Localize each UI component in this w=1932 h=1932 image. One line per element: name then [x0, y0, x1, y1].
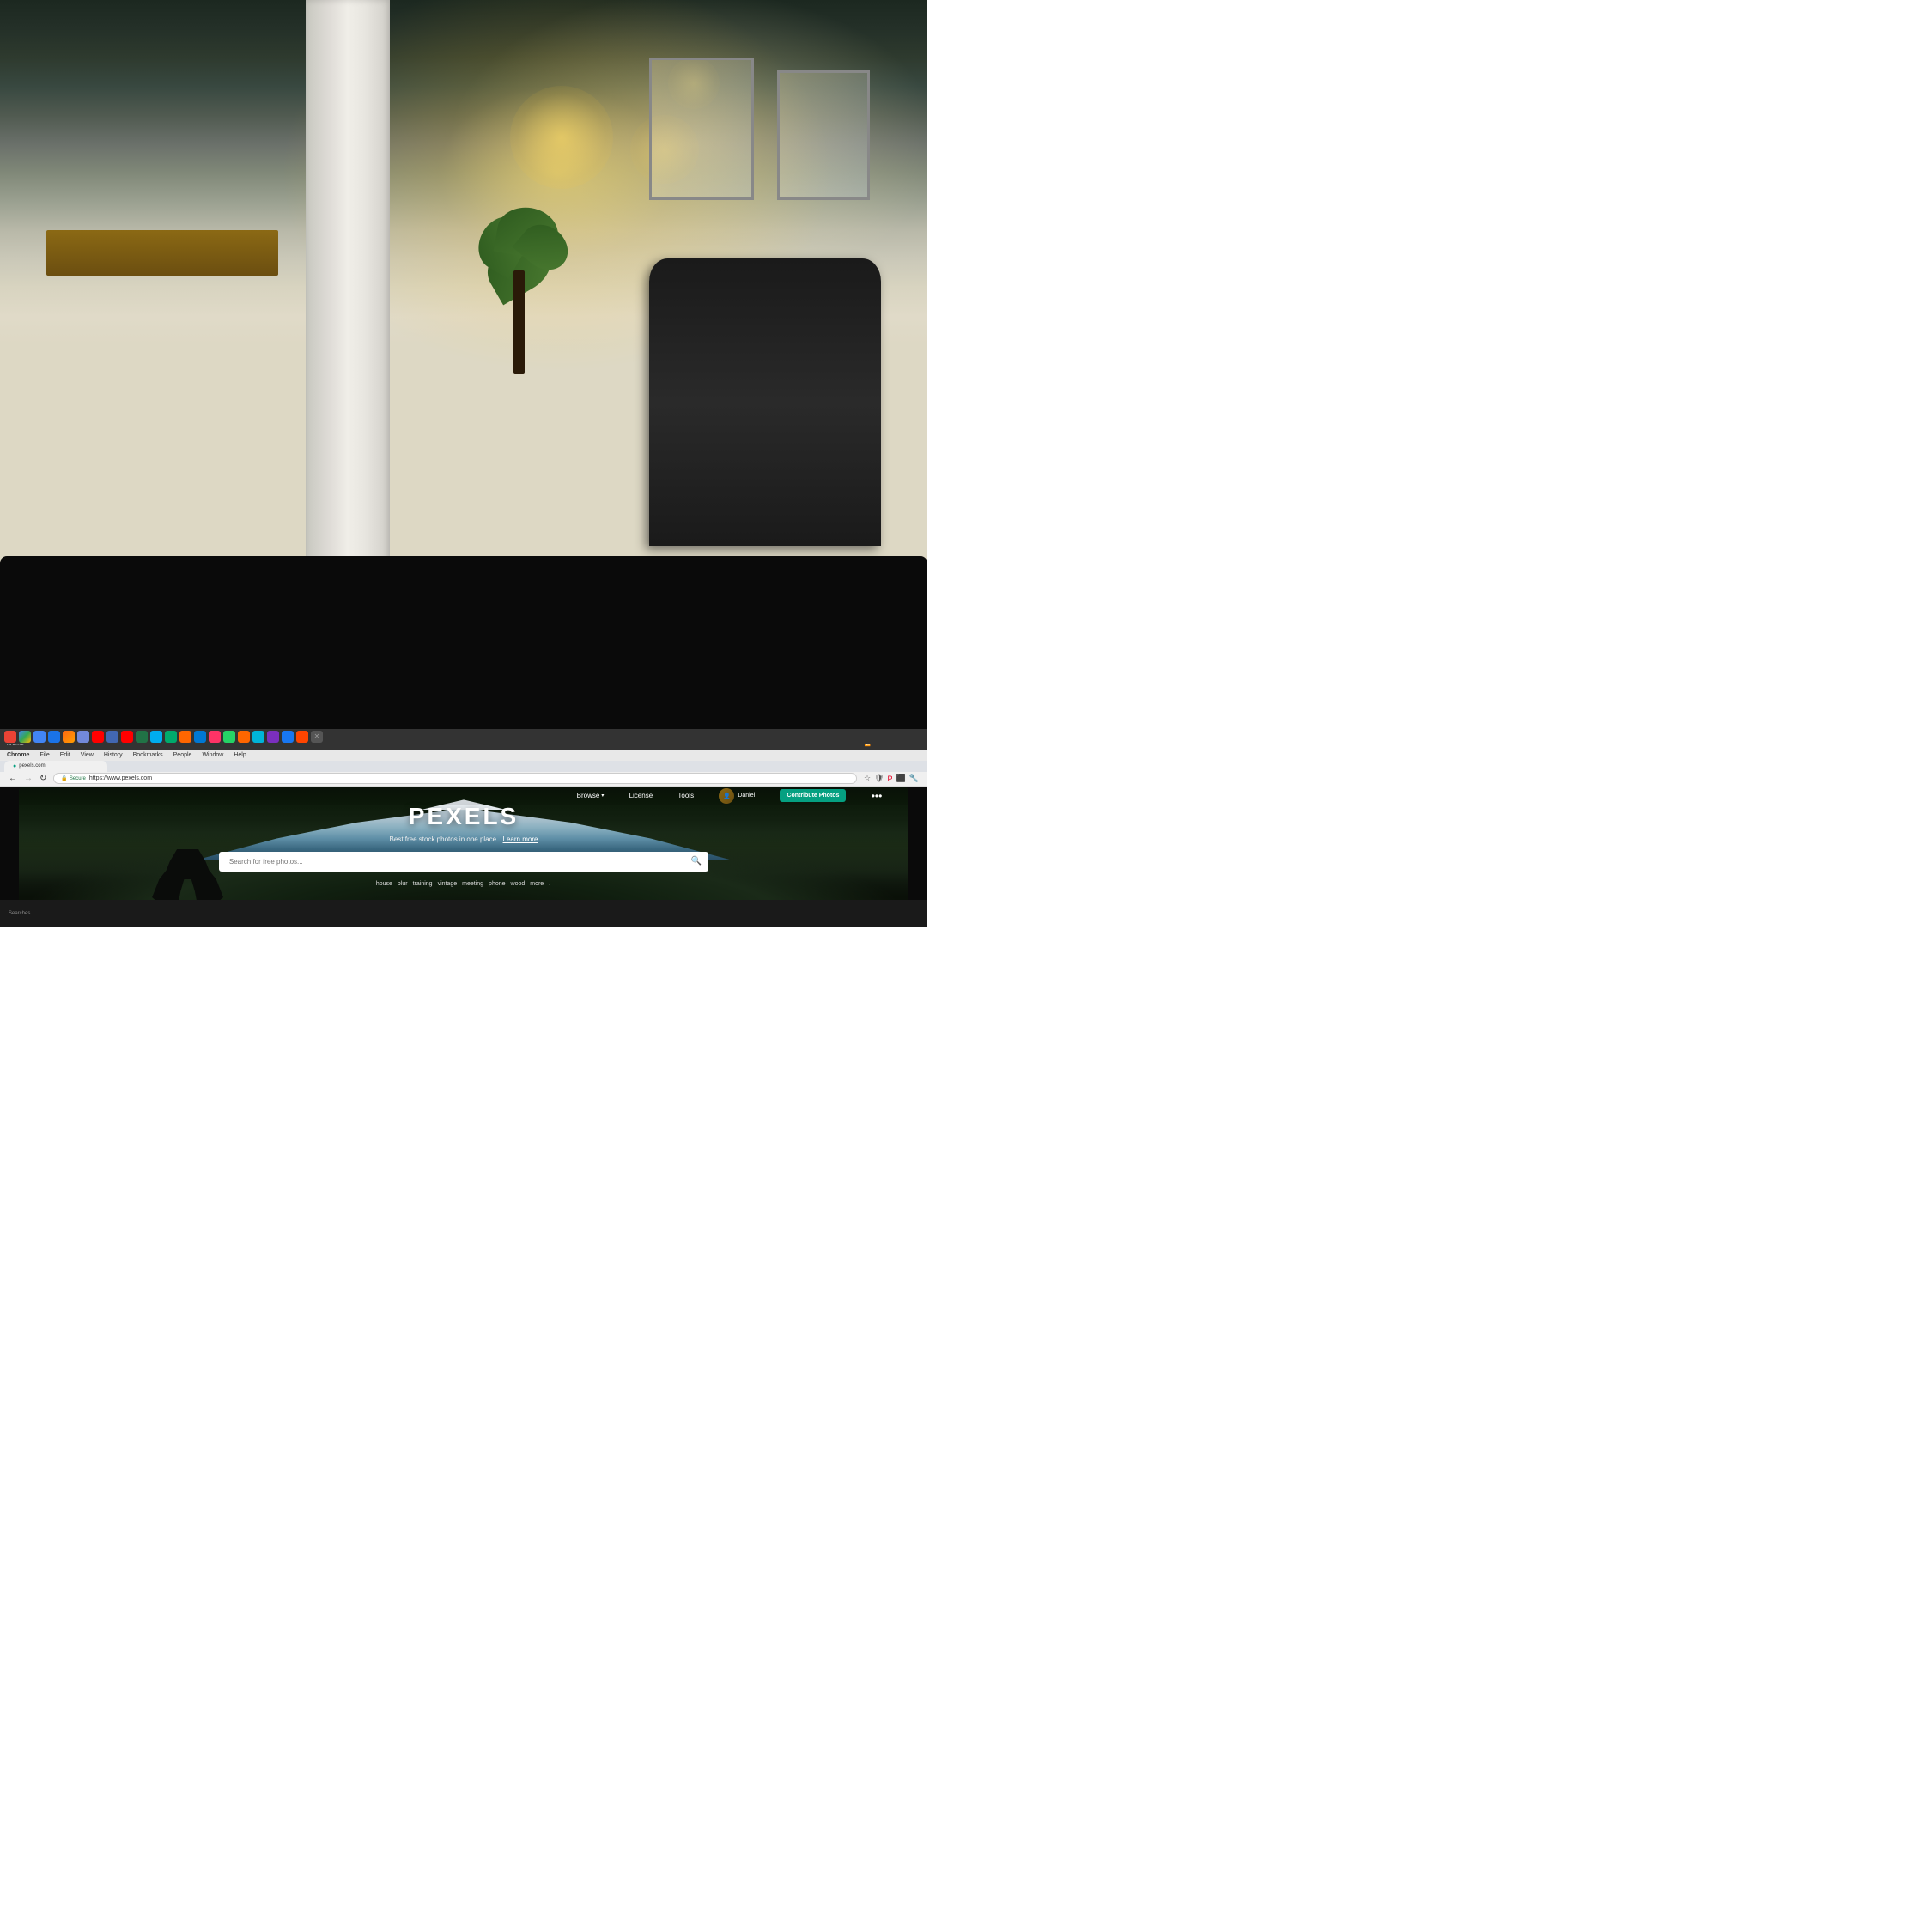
menu-bookmarks[interactable]: Bookmarks	[133, 752, 163, 758]
app11-icon[interactable]	[238, 731, 250, 743]
taskbar: Searches	[0, 900, 927, 927]
toolbar-icons: ☆ 🛡 P ⬛ 🔧	[864, 774, 919, 783]
plant-stem	[513, 270, 525, 374]
menu-people[interactable]: People	[173, 752, 192, 758]
app7-icon[interactable]	[179, 731, 191, 743]
menu-file[interactable]: File	[39, 752, 49, 758]
avatar-icon: 👤	[723, 793, 731, 799]
menu-history[interactable]: History	[104, 752, 123, 758]
tab-title: pexels.com	[19, 763, 45, 769]
pexels-hero-content: PEXELS Best free stock photos in one pla…	[19, 803, 909, 887]
calendar-icon[interactable]	[33, 731, 46, 743]
tag-vintage[interactable]: vintage	[438, 881, 458, 887]
tag-meeting[interactable]: meeting	[462, 881, 483, 887]
contribute-photos-button[interactable]: Contribute Photos	[780, 789, 846, 802]
app10-icon[interactable]	[223, 731, 235, 743]
nav-username: Daniel	[738, 793, 755, 799]
search-button[interactable]: 🔍	[691, 857, 702, 866]
nav-license[interactable]: License	[629, 792, 653, 799]
app14-icon[interactable]	[282, 731, 294, 743]
menu-help[interactable]: Help	[234, 752, 246, 758]
app-icons-row: ✕	[0, 729, 927, 744]
forward-button[interactable]: →	[24, 774, 33, 783]
desk	[46, 230, 278, 276]
app13-icon[interactable]	[267, 731, 279, 743]
laptop-bezel: hrome 📶 100 % Wed 16:15 ✕ Chrome F	[0, 556, 927, 927]
drive-icon[interactable]	[19, 731, 31, 743]
tag-training[interactable]: training	[413, 881, 433, 887]
excel-icon[interactable]	[136, 731, 148, 743]
app15-icon[interactable]	[296, 731, 308, 743]
app8-icon[interactable]	[194, 731, 206, 743]
menu-view[interactable]: View	[81, 752, 94, 758]
search-container: 🔍	[219, 852, 708, 872]
bokeh-light-1	[510, 86, 613, 189]
nav-browse[interactable]: Browse ▾	[577, 792, 605, 799]
window-frame-1	[649, 58, 754, 200]
close-icon[interactable]: ✕	[311, 731, 323, 743]
window-frame-2	[777, 70, 870, 200]
search-tags: house blur training vintage meeting phon…	[376, 881, 551, 887]
secure-badge: 🔒 Secure	[61, 775, 86, 781]
taskbar-label: Searches	[9, 911, 30, 916]
browse-label: Browse	[577, 792, 600, 799]
star-icon[interactable]: ☆	[864, 774, 871, 783]
secure-label: Secure	[70, 776, 86, 781]
pillar	[306, 0, 389, 575]
app12-icon[interactable]	[252, 731, 264, 743]
app5-icon[interactable]	[106, 731, 118, 743]
pinterest-icon[interactable]: P	[888, 775, 893, 783]
office-background	[0, 0, 927, 575]
tag-wood[interactable]: wood	[511, 881, 526, 887]
ext1-icon[interactable]: ⬛	[896, 774, 906, 783]
back-button[interactable]: ←	[9, 774, 17, 783]
tab-favicon: ●	[13, 763, 16, 769]
tagline-text: Best free stock photos in one place.	[390, 835, 499, 843]
nav-user: 👤 Daniel	[719, 788, 755, 804]
pexels-logo: PEXELS	[409, 803, 519, 830]
chair	[649, 258, 881, 546]
tag-more[interactable]: more →	[530, 881, 551, 887]
discord-icon[interactable]	[77, 731, 89, 743]
acrobat-icon[interactable]	[92, 731, 104, 743]
active-tab[interactable]: ● pexels.com	[4, 761, 107, 772]
ext2-icon[interactable]: 🔧	[909, 774, 919, 783]
nav-more-button[interactable]: •••	[872, 790, 883, 802]
app6-icon[interactable]	[150, 731, 162, 743]
menu-edit[interactable]: Edit	[60, 752, 70, 758]
browse-chevron-icon: ▾	[601, 793, 604, 799]
user-avatar: 👤	[719, 788, 734, 804]
nav-tools[interactable]: Tools	[677, 792, 694, 799]
tag-phone[interactable]: phone	[489, 881, 505, 887]
tagline-link[interactable]: Learn more	[503, 835, 538, 843]
chrome-label-2: Chrome	[7, 752, 29, 758]
shield-icon[interactable]: 🛡	[874, 774, 884, 783]
plant	[464, 201, 575, 374]
search-input[interactable]	[219, 852, 708, 872]
medium-icon[interactable]	[165, 731, 177, 743]
firefox-icon[interactable]	[63, 731, 75, 743]
refresh-button[interactable]: ↻	[39, 774, 46, 783]
chrome-tabs-bar: ● pexels.com	[0, 761, 927, 772]
youtube-icon[interactable]	[121, 731, 133, 743]
lock-icon: 🔒	[61, 775, 67, 781]
address-bar-row: ← → ↻ 🔒 Secure https://www.pexels.com ☆ …	[0, 772, 927, 787]
tag-blur[interactable]: blur	[398, 881, 408, 887]
app9-icon[interactable]	[209, 731, 221, 743]
calendar2-icon[interactable]	[48, 731, 60, 743]
pexels-tagline: Best free stock photos in one place. Lea…	[390, 835, 538, 843]
tag-house[interactable]: house	[376, 881, 392, 887]
url-bar[interactable]: 🔒 Secure https://www.pexels.com	[53, 773, 857, 784]
chrome-menu-bar: Chrome File Edit View History Bookmarks …	[0, 750, 927, 761]
url-text: https://www.pexels.com	[89, 775, 152, 781]
menu-window[interactable]: Window	[202, 752, 223, 758]
gmail-icon[interactable]	[4, 731, 16, 743]
